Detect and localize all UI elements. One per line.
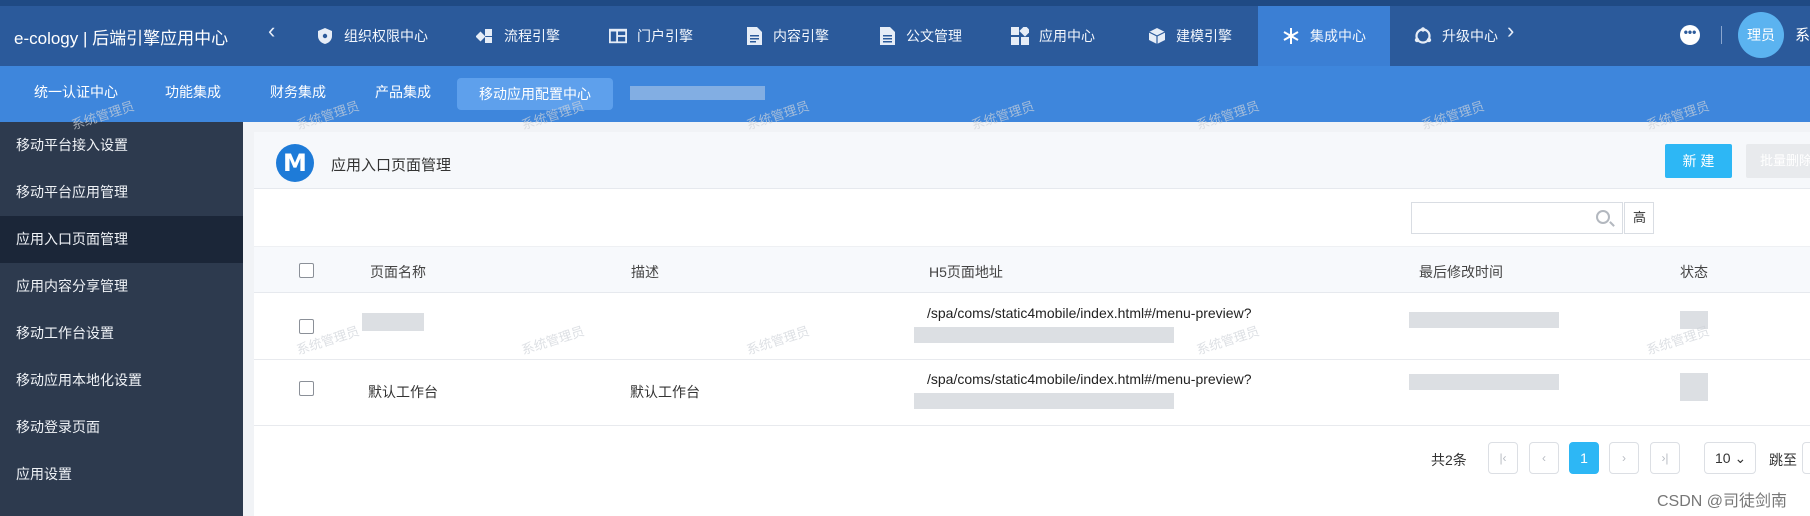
table-row[interactable]: /spa/coms/static4mobile/index.html#/menu… [254, 294, 1810, 360]
table-row[interactable]: 默认工作台 默认工作台 /spa/coms/static4mobile/inde… [254, 360, 1810, 426]
module-logo-icon: M [276, 144, 314, 182]
panel-header: M 应用入口页面管理 新 建 批量删除 [254, 132, 1810, 189]
table-header: 页面名称 描述 H5页面地址 最后修改时间 状态 [254, 246, 1810, 293]
refresh-icon [1414, 27, 1432, 45]
flow-icon [476, 27, 494, 45]
search-input[interactable] [1411, 202, 1623, 234]
sidebar-item-entry-pages[interactable]: 应用入口页面管理 [0, 216, 243, 263]
row-name[interactable]: 默认工作台 [368, 382, 438, 402]
sidebar: 移动平台接入设置 移动平台应用管理 应用入口页面管理 应用内容分享管理 移动工作… [0, 122, 243, 516]
nav-item-modeling[interactable]: 建模引擎 [1148, 6, 1232, 66]
sidebar-item-platform-apps[interactable]: 移动平台应用管理 [0, 169, 243, 216]
page-size-value: 10 [1715, 450, 1731, 466]
nav-item-label: 应用中心 [1039, 28, 1095, 44]
nav-next-arrow-icon[interactable]: › [1507, 20, 1514, 42]
next-page-button[interactable]: › [1609, 442, 1639, 474]
nav-prev-arrow-icon[interactable]: ‹ [268, 20, 275, 42]
nav-item-workflow[interactable]: 流程引擎 [476, 6, 560, 66]
nav-item-label: 门户引擎 [637, 28, 693, 44]
page-panel: M 应用入口页面管理 新 建 批量删除 高 页面名称 描述 H5页面地址 最后修… [254, 132, 1810, 516]
top-navbar: e-cology | 后端引擎应用中心 ‹ 组织权限中心 流程引擎 门户引擎 内… [0, 0, 1810, 66]
last-page-button[interactable]: ›| [1650, 442, 1680, 474]
redacted-tab [630, 86, 765, 100]
nav-item-content[interactable]: 内容引擎 [745, 6, 829, 66]
new-button[interactable]: 新 建 [1665, 144, 1732, 178]
apps-icon [1011, 27, 1029, 45]
redacted-url [914, 393, 1174, 409]
redacted-timestamp [1409, 312, 1559, 328]
page-title: 应用入口页面管理 [331, 157, 452, 174]
nav-item-label: 公文管理 [906, 28, 962, 44]
file-icon [878, 27, 896, 45]
tab-finance-integration[interactable]: 财务集成 [270, 82, 326, 102]
total-count: 共2条 [1431, 452, 1467, 468]
nav-item-org-permission[interactable]: 组织权限中心 [316, 6, 428, 66]
sidebar-item-app-settings[interactable]: 应用设置 [0, 451, 243, 498]
nav-item-label: 建模引擎 [1176, 28, 1232, 44]
row-url: /spa/coms/static4mobile/index.html#/menu… [927, 371, 1252, 387]
column-header-url[interactable]: H5页面地址 [929, 262, 1003, 282]
chevron-down-icon: ⌄ [1734, 450, 1747, 466]
sub-navbar: 统一认证中心 功能集成 财务集成 产品集成 移动应用配置中心 [0, 66, 1810, 122]
redacted-status [1680, 373, 1708, 401]
select-all-checkbox[interactable] [299, 263, 314, 278]
redacted-name [362, 313, 424, 331]
document-icon [745, 27, 763, 45]
user-name[interactable]: 系 [1795, 24, 1810, 45]
more-options-icon[interactable]: ••• [1680, 25, 1700, 45]
first-page-button[interactable]: |‹ [1488, 442, 1518, 474]
cube-icon [1148, 27, 1166, 45]
sidebar-item-login-page[interactable]: 移动登录页面 [0, 404, 243, 451]
tab-mobile-config[interactable]: 移动应用配置中心 [457, 78, 613, 110]
sidebar-item-localization[interactable]: 移动应用本地化设置 [0, 357, 243, 404]
row-url: /spa/coms/static4mobile/index.html#/menu… [927, 305, 1252, 321]
shield-icon [316, 27, 334, 45]
portal-icon [609, 27, 627, 45]
search-icon [1596, 210, 1610, 224]
nav-item-integration[interactable]: 集成中心 [1258, 6, 1390, 66]
nav-item-label: 内容引擎 [773, 28, 829, 44]
main-content: M 应用入口页面管理 新 建 批量删除 高 页面名称 描述 H5页面地址 最后修… [243, 122, 1810, 516]
nav-item-label: 组织权限中心 [344, 28, 428, 44]
nav-item-label: 升级中心 [1442, 28, 1498, 44]
row-checkbox[interactable] [299, 381, 314, 396]
credit-watermark: CSDN @司徒剑南 [1657, 493, 1788, 510]
column-header-name[interactable]: 页面名称 [370, 262, 426, 282]
jump-page-input[interactable] [1802, 442, 1810, 474]
snowflake-icon [1282, 27, 1300, 45]
nav-item-official-doc[interactable]: 公文管理 [878, 6, 962, 66]
column-header-desc[interactable]: 描述 [631, 262, 659, 282]
redacted-url [914, 327, 1174, 343]
prev-page-button[interactable]: ‹ [1529, 442, 1559, 474]
divider [1721, 26, 1722, 44]
redacted-timestamp [1409, 374, 1559, 390]
tab-sso[interactable]: 统一认证中心 [34, 82, 118, 102]
column-header-status[interactable]: 状态 [1680, 262, 1708, 282]
nav-item-label: 流程引擎 [504, 28, 560, 44]
batch-delete-button[interactable]: 批量删除 [1746, 144, 1810, 178]
page-number-button[interactable]: 1 [1569, 442, 1599, 474]
jump-label: 跳至 [1769, 452, 1797, 468]
sidebar-item-content-share[interactable]: 应用内容分享管理 [0, 263, 243, 310]
nav-item-upgrade[interactable]: 升级中心 [1414, 6, 1498, 66]
sidebar-item-workbench[interactable]: 移动工作台设置 [0, 310, 243, 357]
app-title: e-cology | 后端引擎应用中心 [14, 29, 229, 48]
row-description: 默认工作台 [630, 384, 700, 400]
page-size-select[interactable]: 10 ⌄ [1704, 442, 1756, 474]
nav-item-app-center[interactable]: 应用中心 [1011, 6, 1095, 66]
sidebar-item-platform-access[interactable]: 移动平台接入设置 [0, 122, 243, 169]
avatar[interactable]: 理员 [1738, 12, 1784, 58]
column-header-modified[interactable]: 最后修改时间 [1419, 262, 1503, 282]
nav-item-portal[interactable]: 门户引擎 [609, 6, 693, 66]
row-checkbox[interactable] [299, 319, 314, 334]
tab-function-integration[interactable]: 功能集成 [165, 82, 221, 102]
pagination: 共2条 |‹ ‹ 1 › ›| 10 ⌄ 跳至 [254, 432, 1810, 474]
advanced-search-button[interactable]: 高 [1624, 202, 1654, 234]
nav-item-label: 集成中心 [1310, 28, 1366, 44]
tab-product-integration[interactable]: 产品集成 [375, 82, 431, 102]
